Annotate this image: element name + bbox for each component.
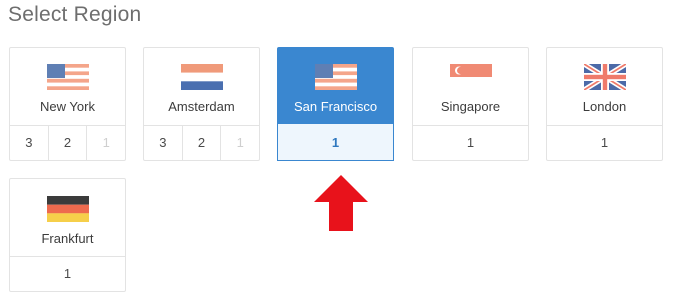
capacity-selector: 3 2 1 [144,125,259,160]
region-card-san-francisco[interactable]: San Francisco 1 [277,47,394,161]
region-card-header[interactable]: Singapore [413,48,528,126]
region-card-london[interactable]: London 1 [546,47,663,161]
netherlands-flag-icon [180,64,223,90]
region-card-header[interactable]: New York [10,48,125,126]
capacity-option[interactable]: 1 [10,256,125,291]
capacity-option[interactable]: 3 [144,125,182,160]
region-card-singapore[interactable]: Singapore 1 [412,47,529,161]
capacity-option[interactable]: 1 [220,125,259,160]
region-card-amsterdam[interactable]: Amsterdam 3 2 1 [143,47,260,161]
region-card-header[interactable]: Amsterdam [144,48,259,126]
capacity-option[interactable]: 1 [86,125,125,160]
up-arrow-icon [314,175,368,231]
region-name: Amsterdam [168,99,235,114]
us-flag-icon [46,64,89,90]
capacity-option[interactable]: 3 [10,125,48,160]
region-card-header[interactable]: London [547,48,662,126]
capacity-option[interactable]: 2 [47,125,87,160]
singapore-flag-icon [449,64,492,90]
us-flag-icon [314,64,357,90]
capacity-option[interactable]: 1 [413,125,528,160]
capacity-selector: 3 2 1 [10,125,125,160]
capacity-selector: 1 [10,256,125,291]
region-name: Frankfurt [41,231,94,246]
region-card-new-york[interactable]: New York 3 2 1 [9,47,126,161]
germany-flag-icon [46,196,89,222]
region-card-frankfurt[interactable]: Frankfurt 1 [9,178,126,292]
page-title: Select Region [8,3,142,26]
capacity-selector: 1 [277,124,394,161]
region-name: New York [40,99,95,114]
region-name: Singapore [440,99,501,114]
capacity-option[interactable]: 1 [547,125,662,160]
region-card-header[interactable]: Frankfurt [10,179,125,257]
capacity-selector: 1 [413,125,528,160]
capacity-option-selected[interactable]: 1 [278,124,393,160]
uk-flag-icon [583,64,626,90]
region-card-header[interactable]: San Francisco [278,48,393,126]
capacity-option[interactable]: 2 [181,125,221,160]
region-name: London [582,99,627,114]
region-name: San Francisco [293,99,378,114]
capacity-selector: 1 [547,125,662,160]
